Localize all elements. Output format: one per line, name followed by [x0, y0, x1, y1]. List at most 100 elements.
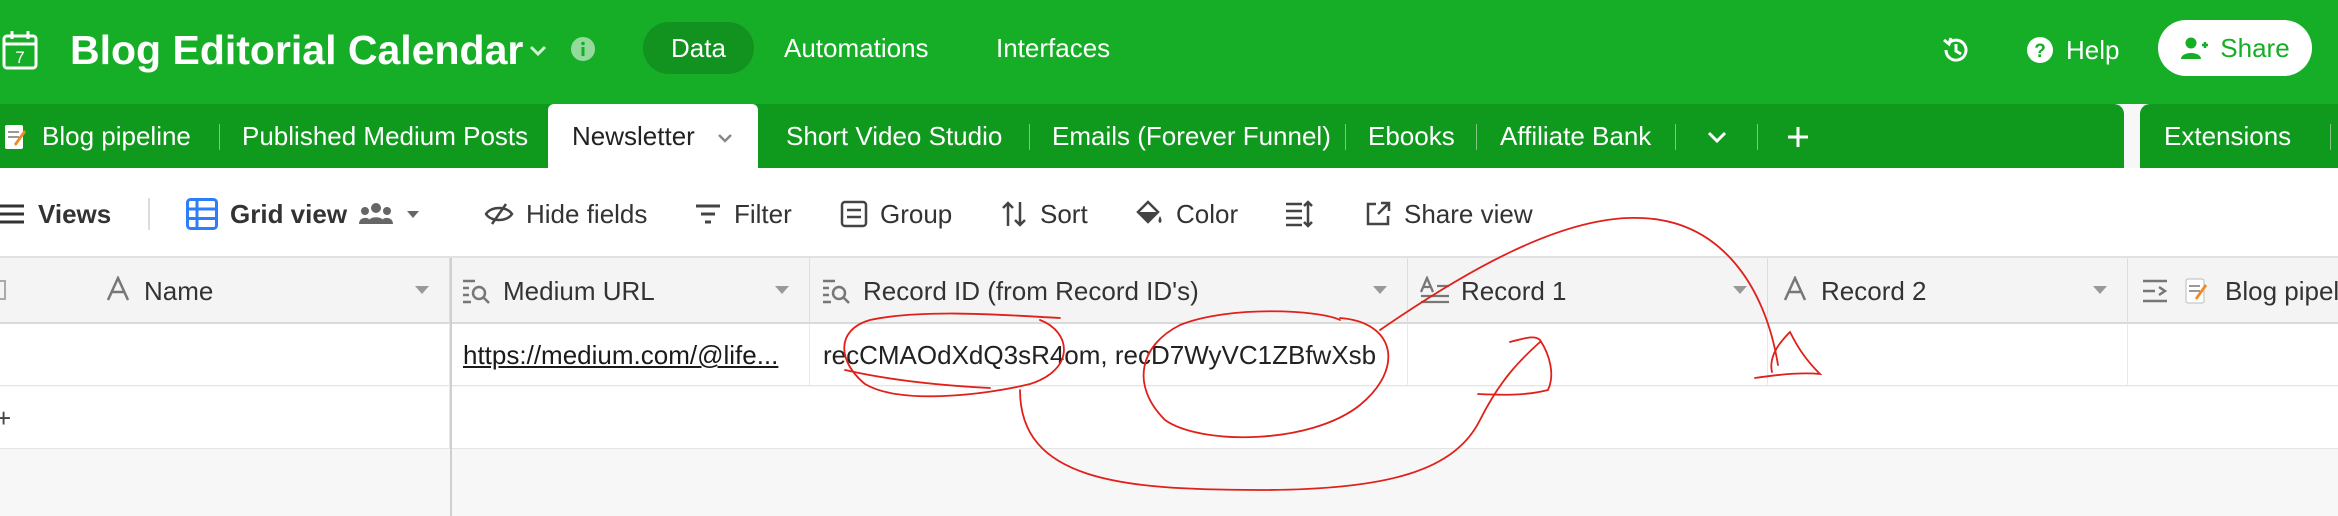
- tab-short-video-studio[interactable]: Short Video Studio: [786, 104, 1002, 168]
- row-height-icon: [1286, 200, 1313, 228]
- menu-icon: [0, 204, 24, 224]
- extensions-bar: Extensions: [2140, 104, 2338, 168]
- filter-label: Filter: [734, 199, 792, 229]
- cell-record-ids[interactable]: recCMAOdXdQ3sR4om, recD7WyVC1ZBfwXsb: [811, 324, 1408, 386]
- column-header-blog-pipeline[interactable]: Blog pipel: [2129, 258, 2338, 324]
- caret-down-icon[interactable]: [775, 286, 789, 294]
- column-label: Record ID (from Record ID's): [863, 275, 1199, 306]
- tab-emails-forever-funnel[interactable]: Emails (Forever Funnel): [1052, 104, 1331, 168]
- hide-fields-button[interactable]: Hide fields: [484, 192, 647, 236]
- long-text-icon: [1419, 276, 1449, 304]
- lookup-icon: [463, 279, 490, 304]
- add-row-cell[interactable]: +: [0, 387, 450, 449]
- color-label: Color: [1176, 199, 1239, 229]
- tab-divider: [219, 124, 220, 150]
- tab-divider: [2330, 124, 2331, 150]
- tab-published-medium-posts[interactable]: Published Medium Posts: [242, 104, 528, 168]
- people-icon: [359, 203, 394, 224]
- text-icon: [1783, 276, 1807, 301]
- cell-record-2[interactable]: [1769, 324, 2128, 386]
- tab-divider: [1029, 124, 1030, 150]
- caret-down-icon[interactable]: [1733, 286, 1747, 294]
- caret-down-icon[interactable]: [2093, 286, 2107, 294]
- history-button[interactable]: [1940, 28, 1972, 72]
- view-toolbar: Views Grid view Hide fields Filter Group…: [0, 168, 2338, 258]
- chevron-down-icon[interactable]: [1705, 126, 1729, 148]
- people-icon: [2181, 37, 2209, 59]
- share-external-icon: [1366, 201, 1391, 226]
- share-view-button[interactable]: Share view: [1364, 192, 1533, 236]
- group-label: Group: [880, 199, 953, 229]
- memo-icon: [5, 125, 26, 149]
- column-label: Blog pipel: [2225, 275, 2338, 306]
- extensions-button[interactable]: Extensions: [2164, 104, 2291, 168]
- nav-interfaces[interactable]: Interfaces: [968, 22, 1138, 74]
- eye-slash-icon: [484, 203, 514, 225]
- calendar-day: 7: [15, 48, 24, 67]
- column-label: Record 1: [1461, 275, 1567, 306]
- tab-blog-pipeline[interactable]: Blog pipeline: [42, 104, 191, 168]
- views-button[interactable]: Views: [0, 192, 111, 236]
- view-switcher[interactable]: Grid view: [186, 192, 421, 236]
- plus-icon[interactable]: +: [0, 387, 11, 449]
- column-label: Record 2: [1821, 275, 1927, 306]
- top-header: 7 Blog Editorial Calendar Data Automatio…: [0, 0, 2338, 104]
- caret-down-icon[interactable]: [415, 286, 429, 294]
- share-label: Share: [2220, 32, 2290, 63]
- calendar-icon: 7: [2, 31, 38, 70]
- filter-button[interactable]: Filter: [694, 192, 792, 236]
- link-record-icon: [2143, 279, 2168, 303]
- toolbar-divider: [148, 198, 150, 230]
- share-view-label: Share view: [1404, 199, 1533, 229]
- add-row[interactable]: +: [0, 387, 2338, 449]
- column-header-record-1[interactable]: Record 1: [1409, 258, 1768, 324]
- tab-affiliate-bank[interactable]: Affiliate Bank: [1500, 104, 1651, 168]
- text-icon: [106, 276, 130, 301]
- medium-url-link[interactable]: https://medium.com/@life...: [463, 340, 778, 370]
- sort-icon: [1002, 201, 1026, 227]
- tab-divider: [1675, 124, 1676, 150]
- tab-newsletter-label: Newsletter: [572, 121, 695, 151]
- paint-bucket-icon: [1136, 200, 1162, 224]
- info-icon[interactable]: [570, 36, 596, 62]
- tab-newsletter[interactable]: Newsletter: [548, 104, 759, 168]
- tab-divider: [1757, 124, 1758, 150]
- history-icon: [1943, 37, 1968, 62]
- help-button[interactable]: ? Help: [2026, 28, 2119, 72]
- sort-label: Sort: [1040, 199, 1088, 229]
- lookup-icon: [823, 279, 850, 304]
- base-title[interactable]: Blog Editorial Calendar: [70, 22, 523, 78]
- grid-icon: [186, 198, 218, 230]
- cell-blog-pipeline[interactable]: [2129, 324, 2338, 386]
- airtable-window: 7 Blog Editorial Calendar Data Automatio…: [0, 0, 2338, 516]
- chevron-down-icon[interactable]: [526, 38, 550, 62]
- caret-down-icon[interactable]: [1373, 286, 1387, 294]
- nav-automations[interactable]: Automations: [756, 22, 957, 74]
- color-button[interactable]: Color: [1134, 192, 1238, 236]
- column-header-medium-url[interactable]: Medium URL: [451, 258, 810, 324]
- cell-name[interactable]: [0, 324, 450, 386]
- caret-down-icon: [407, 211, 420, 218]
- column-header-name[interactable]: Name: [0, 258, 450, 324]
- memo-icon: [2185, 278, 2207, 304]
- help-icon: ?: [2027, 37, 2053, 63]
- column-header-record-2[interactable]: Record 2: [1769, 258, 2128, 324]
- column-label: Medium URL: [503, 275, 655, 306]
- group-button[interactable]: Group: [840, 192, 952, 236]
- frozen-column-divider[interactable]: [450, 258, 452, 516]
- views-label: Views: [38, 199, 112, 229]
- help-label: Help: [2066, 35, 2120, 65]
- column-header-record-id[interactable]: Record ID (from Record ID's): [811, 258, 1408, 324]
- cell-record-1[interactable]: [1409, 324, 1768, 386]
- filter-icon: [696, 204, 720, 224]
- share-button[interactable]: Share: [2158, 20, 2312, 76]
- plus-icon[interactable]: [1786, 125, 1810, 149]
- table-row[interactable]: https://medium.com/@life... recCMAOdXdQ3…: [0, 324, 2338, 386]
- nav-data[interactable]: Data: [643, 22, 754, 74]
- row-height-button[interactable]: [1284, 192, 1314, 236]
- hide-fields-label: Hide fields: [526, 199, 648, 229]
- tab-ebooks[interactable]: Ebooks: [1368, 104, 1455, 168]
- chevron-down-icon[interactable]: [716, 129, 734, 147]
- sort-button[interactable]: Sort: [1000, 192, 1088, 236]
- cell-medium-url[interactable]: https://medium.com/@life...: [451, 324, 810, 386]
